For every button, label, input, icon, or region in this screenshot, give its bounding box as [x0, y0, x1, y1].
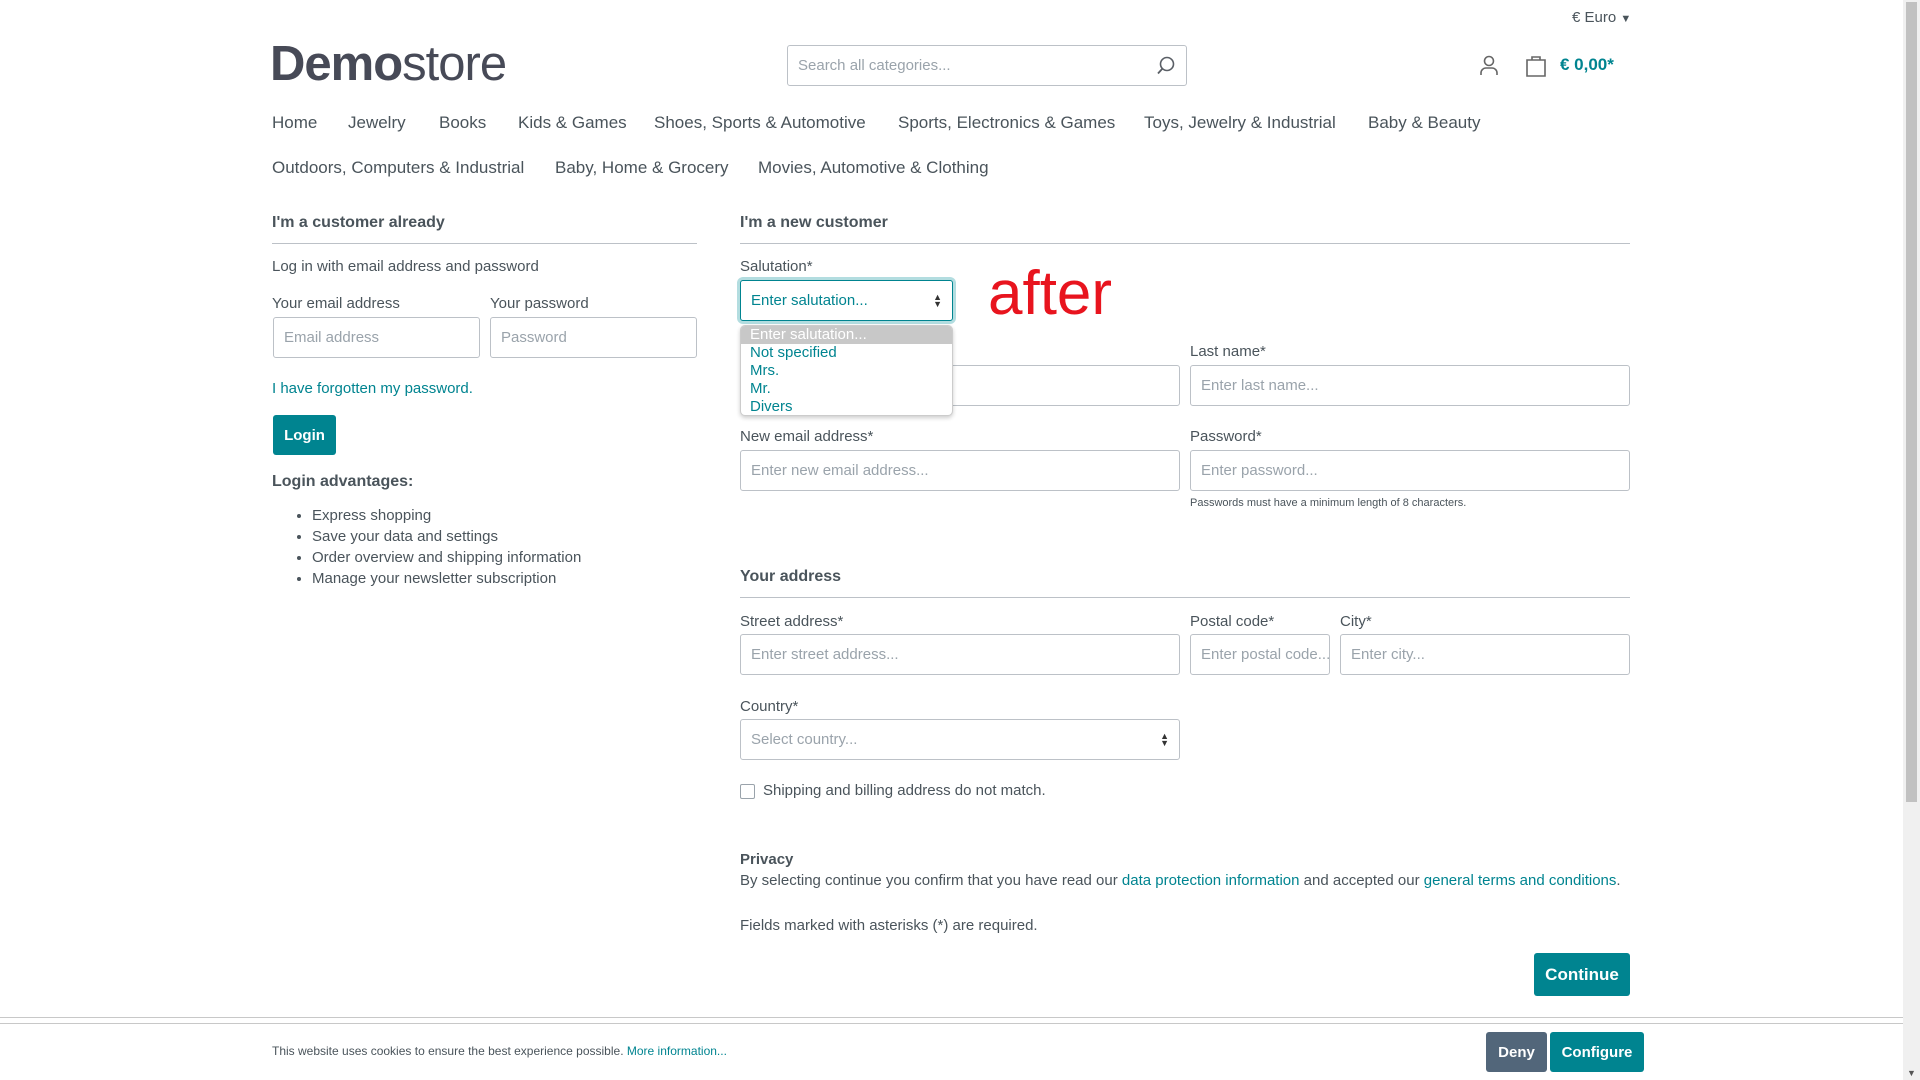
list-item: Save your data and settings — [312, 526, 581, 547]
email-label: New email address* — [740, 428, 874, 445]
search-input[interactable]: Search all categories... — [787, 45, 1187, 86]
last-name-input[interactable]: Enter last name... — [1190, 365, 1630, 406]
city-input[interactable]: Enter city... — [1340, 634, 1630, 675]
logo[interactable]: Demostore — [270, 36, 507, 92]
salutation-dropdown: Enter salutation... Not specified Mrs. M… — [740, 325, 953, 416]
list-item: Express shopping — [312, 505, 581, 526]
password-input[interactable]: Enter password... — [1190, 450, 1630, 491]
nav-movies-automotive-clothing[interactable]: Movies, Automotive & Clothing — [758, 158, 989, 178]
scroll-down-icon[interactable]: ▼ — [1907, 1068, 1916, 1078]
login-password-label: Your password — [490, 295, 589, 312]
required-note: Fields marked with asterisks (*) are req… — [740, 917, 1038, 934]
divider — [272, 243, 697, 244]
country-select[interactable]: Select country... ▲ ▼ — [740, 719, 1180, 760]
login-password-input[interactable]: Password — [490, 317, 697, 358]
terms-link[interactable]: general terms and conditions — [1424, 872, 1617, 889]
currency-selector[interactable]: € Euro ▼ — [1572, 9, 1631, 26]
street-label: Street address* — [740, 613, 844, 630]
login-button[interactable]: Login — [273, 415, 336, 455]
country-label: Country* — [740, 698, 799, 715]
nav-sports-electronics-games[interactable]: Sports, Electronics & Games — [898, 113, 1115, 133]
email-input[interactable]: Enter new email address... — [740, 450, 1180, 491]
continue-button[interactable]: Continue — [1534, 953, 1630, 996]
login-advantages-title: Login advantages: — [272, 473, 414, 490]
nav-toys-jewelry-industrial[interactable]: Toys, Jewelry & Industrial — [1144, 113, 1336, 133]
annotation-label: after — [988, 259, 1113, 328]
last-name-label: Last name* — [1190, 343, 1266, 360]
scrollbar[interactable]: ▼ — [1903, 0, 1920, 1080]
nav-jewelry[interactable]: Jewelry — [348, 113, 406, 133]
data-protection-link[interactable]: data protection information — [1122, 872, 1300, 889]
privacy-text: By selecting continue you confirm that y… — [740, 872, 1621, 889]
account-icon[interactable] — [1478, 54, 1500, 76]
sort-arrows-icon: ▲ ▼ — [1160, 730, 1169, 748]
privacy-title: Privacy — [740, 851, 794, 868]
login-email-input[interactable]: Email address — [273, 317, 480, 358]
postal-input[interactable]: Enter postal code... — [1190, 634, 1330, 675]
address-title: Your address — [740, 568, 842, 585]
cart-icon[interactable] — [1525, 54, 1547, 78]
option-mr[interactable]: Mr. — [741, 380, 952, 398]
cookie-text: This website uses cookies to ensure the … — [272, 1044, 727, 1058]
postal-label: Postal code* — [1190, 613, 1275, 630]
scrollbar-thumb[interactable] — [1906, 2, 1917, 802]
divider — [740, 597, 1630, 598]
city-label: City* — [1340, 613, 1372, 630]
login-advantages-list: Express shopping Save your data and sett… — [312, 505, 581, 589]
list-item: Manage your newsletter subscription — [312, 568, 581, 589]
nav-outdoors-computers-industrial[interactable]: Outdoors, Computers & Industrial — [272, 158, 524, 178]
shipping-checkbox[interactable] — [740, 784, 755, 799]
cookie-deny-button[interactable]: Deny — [1486, 1032, 1547, 1072]
nav-baby-beauty[interactable]: Baby & Beauty — [1368, 113, 1480, 133]
cookie-more-info-link[interactable]: More information... — [627, 1044, 727, 1058]
option-mrs[interactable]: Mrs. — [741, 362, 952, 380]
salutation-label: Salutation* — [740, 258, 813, 275]
cart-total[interactable]: € 0,00* — [1560, 55, 1614, 75]
register-title: I'm a new customer — [740, 214, 888, 231]
nav-home[interactable]: Home — [272, 113, 317, 133]
password-label: Password* — [1190, 428, 1262, 445]
login-intro: Log in with email address and password — [272, 258, 539, 275]
option-divers[interactable]: Divers — [741, 398, 952, 415]
option-enter-salutation[interactable]: Enter salutation... — [741, 326, 952, 344]
search-icon[interactable] — [1156, 56, 1176, 76]
divider — [0, 1017, 1903, 1018]
shipping-checkbox-label[interactable]: Shipping and billing address do not matc… — [763, 782, 1046, 799]
option-not-specified[interactable]: Not specified — [741, 344, 952, 362]
cookie-configure-button[interactable]: Configure — [1550, 1032, 1644, 1072]
list-item: Order overview and shipping information — [312, 547, 581, 568]
nav-books[interactable]: Books — [439, 113, 486, 133]
sort-arrows-icon: ▲ ▼ — [933, 291, 942, 309]
salutation-select[interactable]: Enter salutation... ▲ ▼ — [740, 280, 953, 321]
forgot-password-link[interactable]: I have forgotten my password. — [272, 380, 473, 397]
nav-shoes-sports-automotive[interactable]: Shoes, Sports & Automotive — [654, 113, 866, 133]
divider — [0, 1023, 1903, 1024]
caret-down-icon: ▼ — [1620, 13, 1632, 25]
nav-baby-home-grocery[interactable]: Baby, Home & Grocery — [555, 158, 729, 178]
password-hint: Passwords must have a minimum length of … — [1190, 497, 1467, 509]
login-title: I'm a customer already — [272, 214, 445, 231]
login-email-label: Your email address — [272, 295, 400, 312]
divider — [740, 243, 1630, 244]
street-input[interactable]: Enter street address... — [740, 634, 1180, 675]
nav-kids-games[interactable]: Kids & Games — [518, 113, 627, 133]
